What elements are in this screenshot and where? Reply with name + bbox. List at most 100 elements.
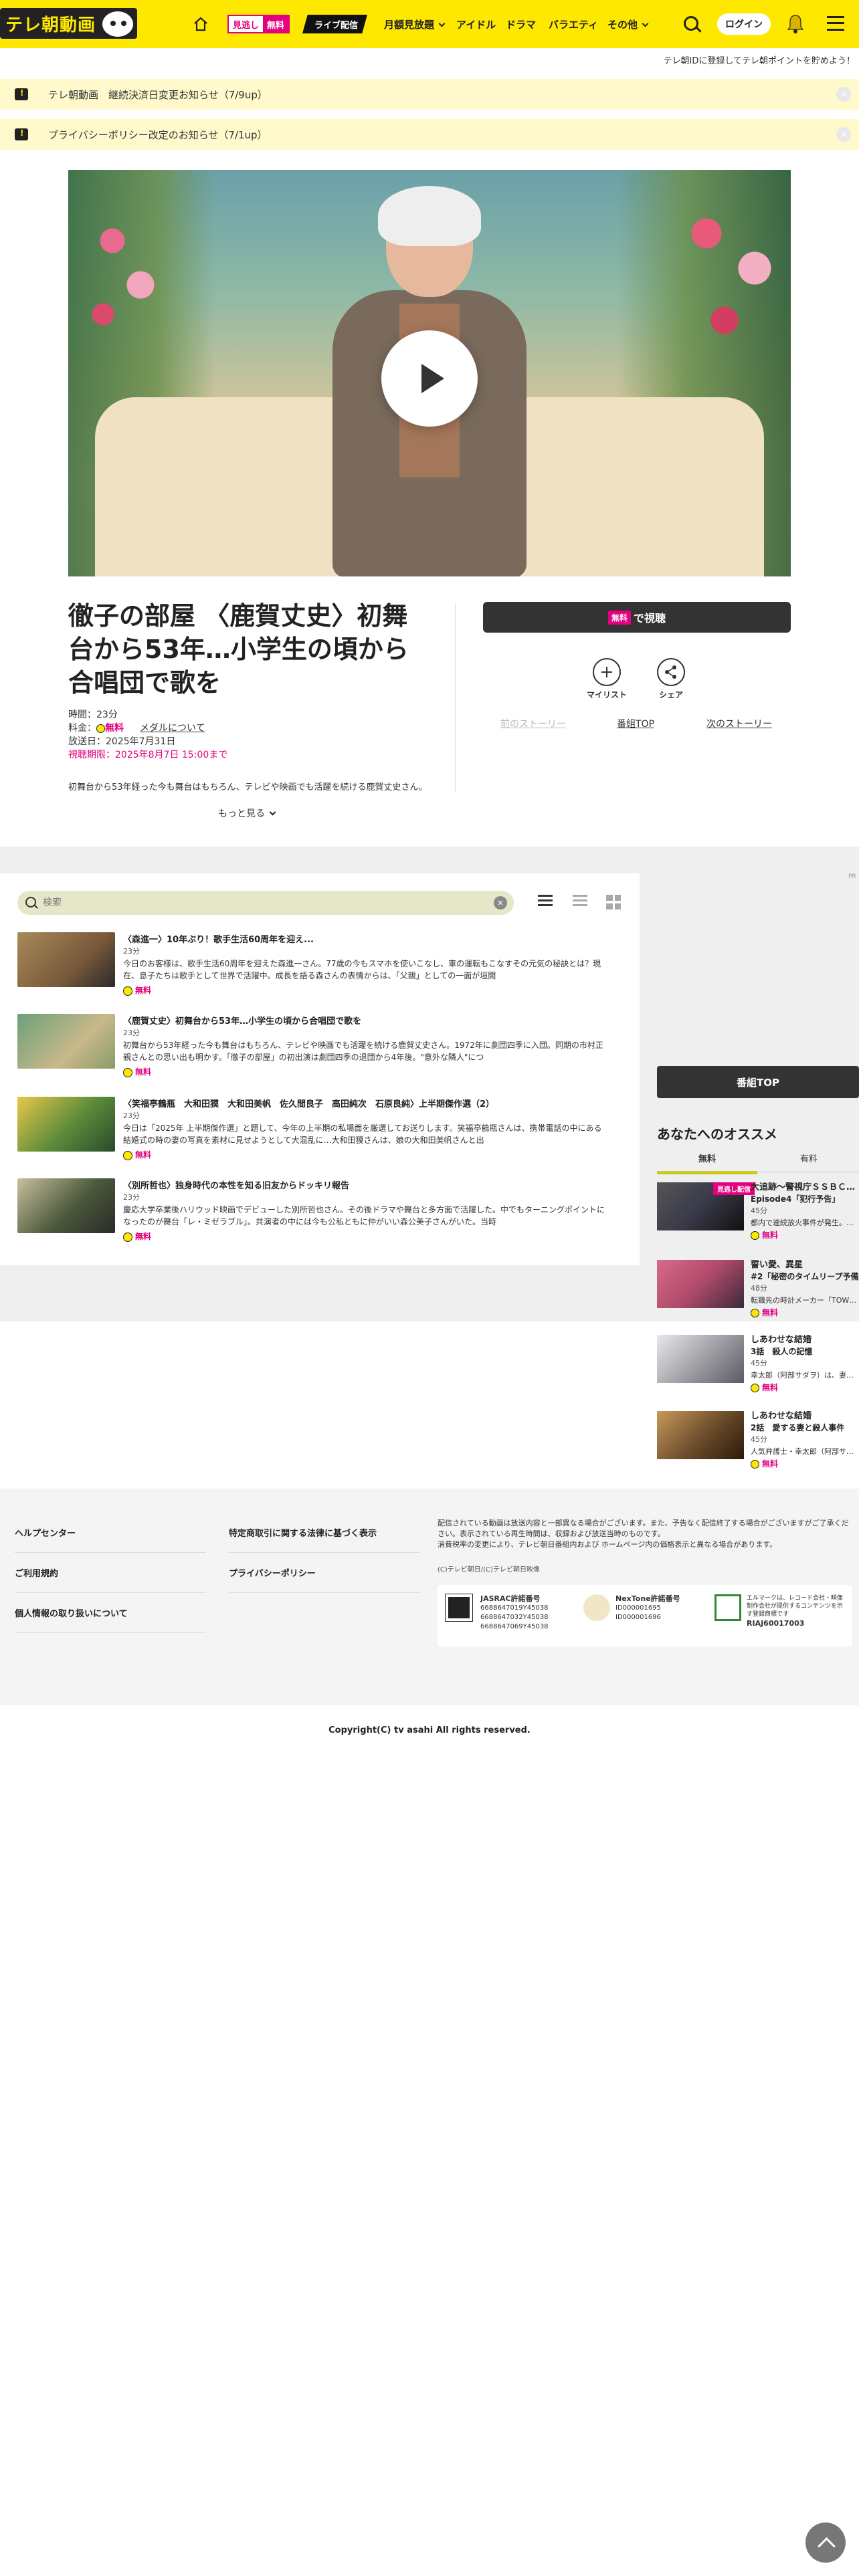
clear-icon[interactable]: ×	[494, 896, 507, 909]
next-story-link[interactable]: 次のストーリー	[706, 717, 772, 730]
recommend-item[interactable]: 誓い愛、異星 #2「秘密のタイムリープ予備」 48分 転職先の時計メーカー「TO…	[657, 1260, 859, 1317]
list-line	[538, 895, 553, 897]
nextone-title: NexTone許諾番号	[615, 1594, 680, 1603]
play-button-icon[interactable]	[381, 330, 478, 427]
episode-search[interactable]: ×	[17, 891, 514, 915]
watch-limit: 視聴期限：2025年8月7日 15:00まで	[68, 750, 228, 760]
free-badge-left: 見逃し	[233, 21, 260, 31]
episode-thumbnail	[17, 1014, 115, 1069]
show-more-button[interactable]: もっと見る	[218, 807, 276, 820]
notice-text: テレ朝動画 継続決済日変更お知らせ（7/9up）	[48, 88, 268, 101]
chevron-down-icon	[438, 20, 446, 27]
free-text: 無料	[762, 1459, 779, 1469]
nav-subscription-label: 月額見放題	[384, 19, 435, 31]
rights-box: JASRAC許諾番号 6688647019Y45038 6688647032Y45…	[438, 1585, 852, 1646]
recommend-thumbnail	[657, 1411, 744, 1459]
bell-icon[interactable]	[787, 13, 804, 33]
list-line	[573, 895, 587, 897]
close-icon[interactable]: ×	[836, 127, 851, 142]
episode-item[interactable]: 〈森進一〉10年ぶり！歌手生活60周年を迎え... 23分 今日のお客様は、歌手…	[17, 932, 601, 1006]
footer-link-terms[interactable]: ご利用規約	[15, 1566, 206, 1593]
tab-paid[interactable]: 有料	[759, 1152, 859, 1171]
mascot-logo-icon	[100, 9, 135, 39]
program-description: 初舞台から53年経った今も舞台はもちろん、テレビや映画でも活躍を続ける鹿賀丈史さ…	[68, 782, 427, 792]
grid-cell	[606, 903, 613, 909]
free-text: 無料	[135, 1067, 152, 1077]
home-icon[interactable]	[193, 16, 209, 32]
coin-icon	[123, 986, 132, 996]
episode-title: 〈森進一〉10年ぶり！歌手生活60周年を迎え...	[123, 935, 314, 945]
episode-title: 〈別所哲也〉独身時代の本性を知る旧友からドッキリ報告	[123, 1181, 350, 1191]
notice-bar[interactable]: プライバシーポリシー改定のお知らせ（7/1up） ×	[0, 119, 859, 150]
recommend-subtitle: #2「秘密のタイムリープ予備」	[751, 1272, 859, 1281]
prev-story-link[interactable]: 前のストーリー	[500, 717, 566, 730]
recommend-free-label: 無料	[751, 1458, 778, 1469]
recommend-item[interactable]: 見逃し配信 大追跡～警視庁ＳＳＢＣ… Episode4「犯行予告」 45分 都内…	[657, 1182, 859, 1241]
program-top-button[interactable]: 番組TOP	[657, 1066, 859, 1098]
live-badge[interactable]: ライブ配信	[302, 15, 368, 33]
free-catchup-badge[interactable]: 見逃し 無料	[227, 15, 290, 33]
jasrac-logo-icon	[445, 1594, 473, 1622]
episode-duration: 23分	[123, 947, 140, 956]
episode-summary: 今日のお客様は、歌手生活60周年を迎えた森進一さん。77歳の今もスマホを使いこな…	[123, 959, 601, 980]
search-icon[interactable]	[684, 16, 698, 31]
tv-asahi-id-note[interactable]: テレ朝IDに登録してテレ朝ポイントを貯めよう！	[0, 53, 856, 66]
recommend-item[interactable]: しあわせな結婚 2話 愛する妻と殺人事件 45分 人気弁護士・幸太郎（阿部サ… …	[657, 1411, 859, 1469]
episode-thumbnail	[17, 1097, 115, 1152]
compact-list-view-icon[interactable]	[573, 895, 587, 909]
footer-link-personal-info[interactable]: 個人情報の取り扱いについて	[15, 1606, 206, 1633]
riaj-number: RIAJ60017003	[747, 1619, 805, 1628]
list-line	[573, 899, 587, 901]
episode-item[interactable]: 〈鹿賀丈史〉初舞台から53年…小学生の頃から合唱団で歌を 23分 初舞台から53…	[17, 1014, 603, 1087]
footer-link-privacy[interactable]: プライバシーポリシー	[229, 1566, 420, 1593]
nextone-numbers: ID000001695 ID000001696	[615, 1604, 661, 1621]
watch-label: で視聴	[634, 612, 666, 625]
jasrac-title: JASRAC許諾番号	[480, 1594, 541, 1603]
air-date: 放送日：2025年7月31日	[68, 736, 176, 747]
nav-subscription[interactable]: 月額見放題	[384, 17, 446, 31]
recommend-subtitle: Episode4「犯行予告」	[751, 1194, 840, 1204]
close-icon[interactable]: ×	[836, 87, 851, 102]
fee-row: 料金： 無料 メダルについて	[68, 721, 205, 734]
footer-link-help[interactable]: ヘルプセンター	[15, 1526, 206, 1553]
recommend-free-label: 無料	[751, 1229, 778, 1241]
chevron-down-icon	[642, 20, 649, 27]
episode-summary: 慶応大学卒業後ハリウッド映画でデビューした別所哲也さん。その後ドラマや舞台と多方…	[123, 1205, 605, 1226]
watch-free-button[interactable]: 無料 で視聴	[483, 602, 791, 633]
share-button[interactable]	[657, 658, 685, 686]
program-title: 徹子の部屋 〈鹿賀丈史〉初舞台から53年…小学生の頃から合唱団で歌を	[68, 601, 409, 697]
program-top-link[interactable]: 番組TOP	[617, 717, 654, 730]
episode-item[interactable]: 〈別所哲也〉独身時代の本性を知る旧友からドッキリ報告 23分 慶応大学卒業後ハリ…	[17, 1178, 605, 1252]
show-more-label: もっと見る	[218, 809, 265, 819]
grid-view-icon[interactable]	[606, 895, 621, 909]
mylist-button[interactable]	[593, 658, 621, 686]
guest-hair	[378, 186, 481, 246]
hamburger-menu-icon[interactable]	[827, 16, 844, 31]
duration: 時間：23分	[68, 710, 118, 720]
nav-other[interactable]: その他	[607, 17, 649, 31]
login-button[interactable]: ログイン	[717, 13, 771, 35]
episode-title: 〈笑福亭鶴瓶 大和田獏 大和田美帆 佐久間良子 高田純次 石原良純〉上半期傑作選…	[123, 1099, 495, 1109]
search-input[interactable]	[43, 895, 478, 911]
nav-drama[interactable]: ドラマ	[506, 17, 536, 31]
divider	[455, 603, 456, 792]
episode-duration: 23分	[123, 1029, 140, 1037]
watch-free-tag: 無料	[607, 610, 631, 625]
nav-idol[interactable]: アイドル	[456, 17, 496, 31]
recommend-item[interactable]: しあわせな結婚 3話 殺人の記憶 45分 幸太郎（阿部サダヲ）は、妻… 無料	[657, 1335, 859, 1392]
back-to-top-icon[interactable]	[805, 2523, 846, 2563]
list-view-icon[interactable]	[538, 895, 553, 909]
nav-variety[interactable]: バラエティ	[549, 17, 598, 31]
tab-free[interactable]: 無料	[657, 1152, 757, 1174]
recommend-thumbnail	[657, 1335, 744, 1383]
medal-link[interactable]: メダルについて	[140, 723, 205, 734]
share-icon	[665, 665, 676, 679]
episode-item[interactable]: 〈笑福亭鶴瓶 大和田獏 大和田美帆 佐久間良子 高田純次 石原良純〉上半期傑作選…	[17, 1097, 601, 1170]
jasrac-numbers: 6688647019Y45038 6688647032Y45038 668864…	[480, 1604, 549, 1630]
recommend-title: あなたへのオススメ	[657, 1126, 777, 1142]
footer-link-commerce-law[interactable]: 特定商取引に関する法律に基づく表示	[229, 1526, 420, 1553]
notice-bar[interactable]: テレ朝動画 継続決済日変更お知らせ（7/9up） ×	[0, 79, 859, 110]
recommend-title-text: しあわせな結婚	[751, 1411, 812, 1421]
episode-free-label: 無料	[123, 984, 151, 996]
coin-icon	[96, 724, 105, 733]
